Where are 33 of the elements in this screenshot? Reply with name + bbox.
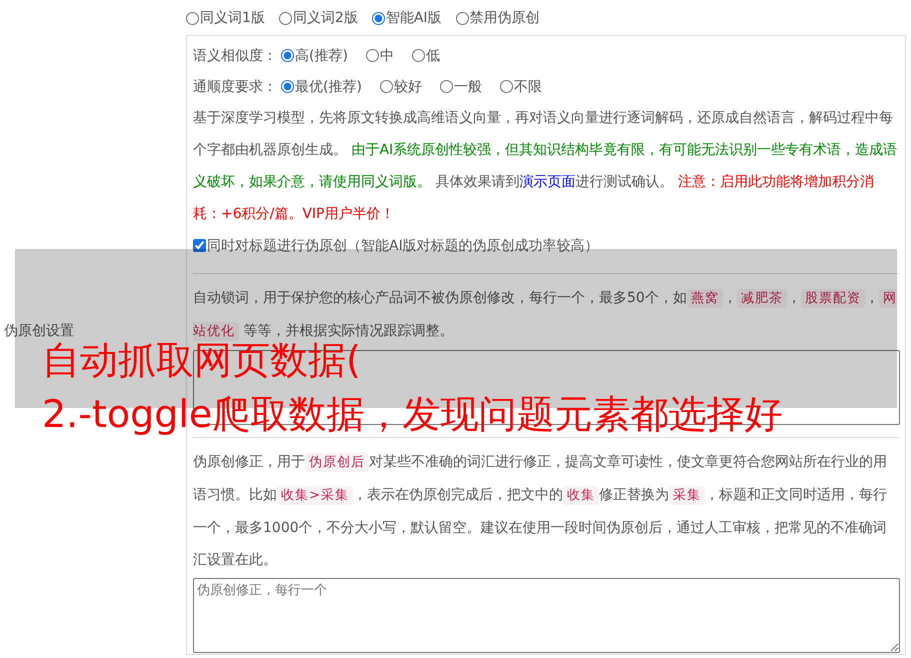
- radio-button[interactable]: [500, 80, 513, 93]
- correction-field[interactable]: 伪原创修正，每行一个: [193, 578, 900, 653]
- similarity-label: 语义相似度：: [193, 46, 277, 64]
- radio-button[interactable]: [186, 12, 199, 24]
- mode-option[interactable]: 同义词1版: [186, 9, 265, 27]
- radio-button[interactable]: [281, 80, 294, 93]
- settings-label: 伪原创设置: [4, 322, 74, 340]
- title-option[interactable]: 同时对标题进行伪原创（智能AI版对标题的伪原创成功率较高）: [193, 236, 599, 254]
- ai-description: 基于深度学习模型，先将原文转换成高维语义向量，再对语义向量进行逐词解码，还原成自然语言，解码过程中每个字都由机器原创生成。 由于AI系统原创性较强，但其知识结构毕竟有限，有可能无法识别一些专有术语，造成语义破坏，如果介意，请使用同义词版。 具体效果请到演示页面进行测试确认。 注意：启用此功能将增加积分消耗：+6积分/篇。VIP用户半价！: [193, 109, 898, 224]
- mode-option[interactable]: 智能AI版: [372, 9, 442, 27]
- mode-option[interactable]: 同义词2版: [278, 9, 358, 27]
- radio-button[interactable]: [278, 12, 292, 24]
- lock-words-description: 自动锁词，用于保护您的核心产品词不被伪原创修改，每行一个，最多50个，如 燕窝 ， 减肥茶 ， 股票配资 ， 网站优化 等等，并根据实际情况跟踪调整。: [193, 288, 898, 342]
- similarity-option[interactable]: 高(推荐): [281, 46, 348, 64]
- similarity-option[interactable]: 中: [366, 46, 394, 64]
- correction-description: 伪原创修正，用于 伪原创后 对某些不准确的词汇进行修正，提高文章可读性，使文章更符合您网站所在行业的用语习惯。比如 收集>采集 ，表示在伪原创完成后，把文中的 收集 修正替换为 采集 ，标题和正文同时适用，每行一个，最多1000个，不分大小写，默认留空。建议在使用一段时间伪原创后，通过人工审核，把常见的不准确词汇设置在此。: [193, 452, 888, 570]
- radio-button[interactable]: [412, 49, 425, 62]
- demo-page-link[interactable]: 演示页面: [519, 174, 576, 190]
- radio-button[interactable]: [380, 80, 393, 93]
- mode-option[interactable]: 禁用伪原创: [456, 9, 540, 27]
- fluency-option[interactable]: 最优(推荐): [281, 78, 362, 96]
- fluency-label: 通顺度要求：: [193, 78, 277, 96]
- similarity-option[interactable]: 低: [412, 46, 440, 64]
- radio-button[interactable]: [281, 49, 294, 62]
- fluency-option[interactable]: 较好: [380, 78, 422, 96]
- radio-button[interactable]: [372, 12, 385, 24]
- radio-button[interactable]: [456, 12, 469, 24]
- checkbox[interactable]: [193, 239, 206, 252]
- fluency-option[interactable]: 一般: [440, 78, 482, 96]
- fluency-option[interactable]: 不限: [500, 78, 542, 96]
- radio-button[interactable]: [366, 49, 379, 62]
- radio-button[interactable]: [440, 80, 453, 93]
- overlay-title: 2.-toggle爬取数据，发现问题元素都选择好: [42, 393, 782, 435]
